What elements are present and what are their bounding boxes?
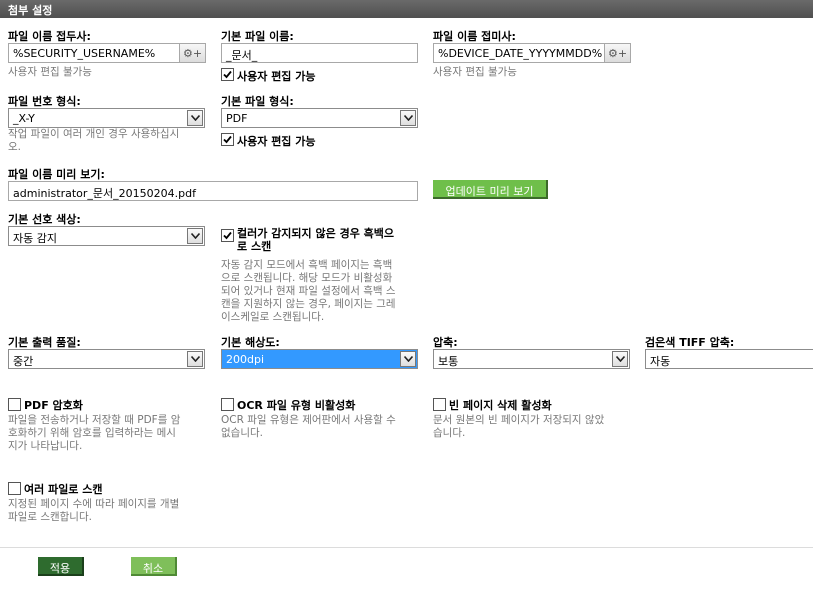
compression-label: 압축: [433,336,458,349]
suffix-label: 파일 이름 접미사: [433,30,516,43]
multi-file-checkbox[interactable] [8,482,21,495]
panel-title: 첨부 설정 [8,4,53,17]
basename-label: 기본 파일 이름: [221,30,294,43]
apply-button[interactable]: 적용 [38,557,84,576]
filetype-select[interactable]: PDF [221,108,418,128]
check-icon [223,70,232,79]
chevron-down-icon [400,110,416,126]
blank-page-checkbox[interactable] [433,398,446,411]
prefix-input[interactable]: %SECURITY_USERNAME% [8,43,180,63]
suffix-token-button[interactable]: ⚙+ [604,43,631,63]
compression-select[interactable]: 보통 [433,349,630,369]
resolution-label: 기본 해상도: [221,336,280,349]
bw-scan-hint: 자동 감지 모드에서 흑백 페이지는 흑백 으로 스캔됩니다. 해당 모드가 비… [221,259,396,323]
pdf-encrypt-hint: 파일을 전송하거나 저장할 때 PDF를 암 호화하기 위해 암호를 입력하라는… [8,414,181,452]
multi-file-hint: 지정된 페이지 수에 따라 페이지를 개별 파일로 스캔합니다. [8,498,180,523]
resolution-value: 200dpi [226,353,265,366]
chevron-down-icon [187,351,203,367]
quality-select[interactable]: 중간 [8,349,205,369]
prefix-label: 파일 이름 접두사: [8,30,91,43]
blank-page-hint: 문서 원본의 빈 페이지가 저장되지 않았 습니다. [433,414,605,439]
resolution-select[interactable]: 200dpi [221,349,418,369]
gear-plus-icon: ⚙+ [182,46,203,60]
cancel-button[interactable]: 취소 [131,557,177,576]
color-value: 자동 감지 [13,232,57,245]
footer-divider [0,547,813,548]
check-icon [223,231,232,240]
chevron-down-icon [187,228,203,244]
compression-value: 보통 [438,355,459,368]
filetype-editable-label: 사용자 편집 가능 [237,135,316,148]
bw-scan-label: 컬러가 감지되지 않은 경우 흑백으 로 스캔 [237,227,394,253]
filetype-editable-checkbox[interactable] [221,133,234,146]
suffix-input[interactable]: %DEVICE_DATE_YYYYMMDD% [433,43,605,63]
quality-value: 중간 [13,355,34,368]
panel-title-bar: 첨부 설정 [0,0,813,18]
numbering-value: _X-Y [13,112,35,125]
check-icon [223,135,232,144]
preview-input[interactable]: administrator_문서_20150204.pdf [8,181,418,201]
tiff-select[interactable]: 자동 [645,349,813,369]
color-select[interactable]: 자동 감지 [8,226,205,246]
filetype-value: PDF [226,112,248,125]
ocr-disable-hint: OCR 파일 유형은 제어판에서 사용할 수 없습니다. [221,414,396,439]
filetype-label: 기본 파일 형식: [221,95,294,108]
prefix-hint: 사용자 편집 불가능 [8,66,92,78]
basename-editable-label: 사용자 편집 가능 [237,70,316,83]
update-preview-button[interactable]: 업데이트 미리 보기 [433,180,548,199]
chevron-down-icon [612,351,628,367]
ocr-disable-checkbox[interactable] [221,398,234,411]
pdf-encrypt-label: PDF 암호화 [24,399,83,412]
tiff-label: 검은색 TIFF 압축: [645,336,735,349]
basename-editable-checkbox[interactable] [221,68,234,81]
basename-input[interactable]: _문서_ [221,43,418,63]
blank-page-label: 빈 페이지 삭제 활성화 [449,399,552,412]
ocr-disable-label: OCR 파일 유형 비활성화 [237,399,356,412]
quality-label: 기본 출력 품질: [8,336,81,349]
pdf-encrypt-checkbox[interactable] [8,398,21,411]
chevron-down-icon [400,351,416,367]
tiff-value: 자동 [650,355,671,368]
numbering-hint: 작업 파일이 여러 개인 경우 사용하십시 오. [8,128,180,153]
preview-label: 파일 이름 미리 보기: [8,168,105,181]
chevron-down-icon [187,110,203,126]
numbering-label: 파일 번호 형식: [8,95,81,108]
multi-file-label: 여러 파일로 스캔 [24,483,103,496]
bw-scan-checkbox[interactable] [221,229,234,242]
color-label: 기본 선호 색상: [8,213,81,226]
suffix-hint: 사용자 편집 불가능 [433,66,517,78]
gear-plus-icon: ⚙+ [607,46,628,60]
prefix-token-button[interactable]: ⚙+ [179,43,206,63]
numbering-select[interactable]: _X-Y [8,108,205,128]
